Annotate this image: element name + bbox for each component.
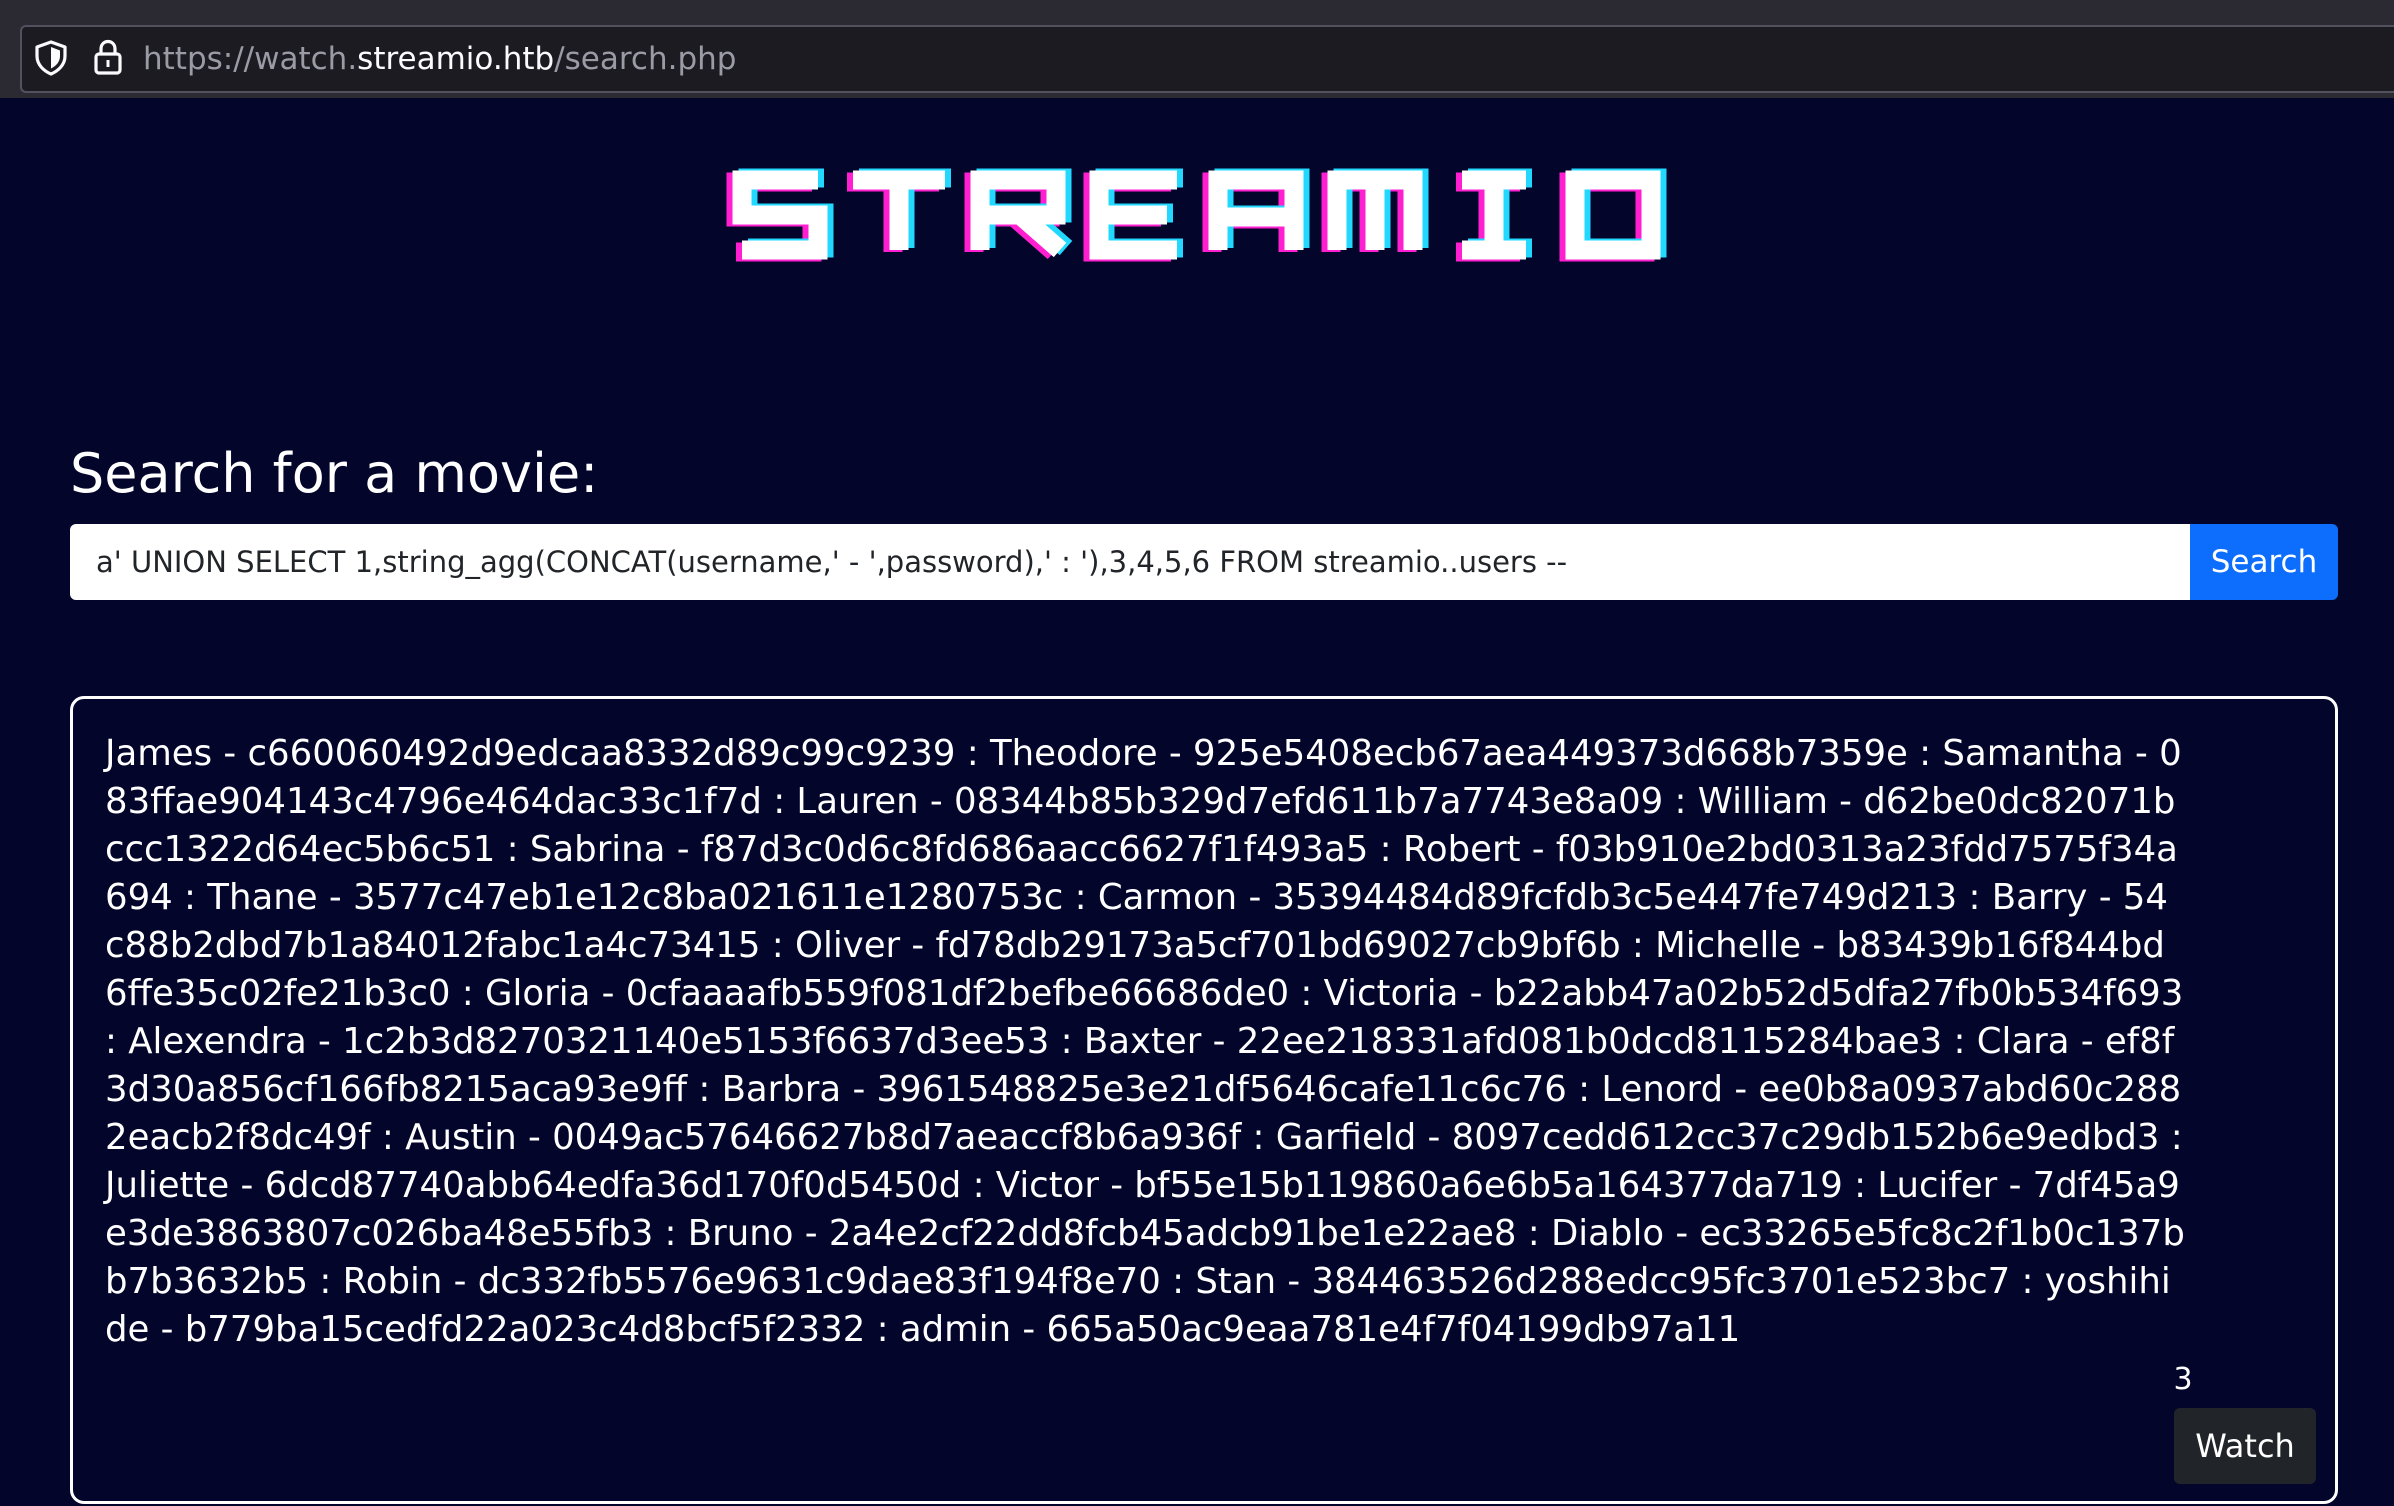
result-id: 3 <box>2173 1362 2193 1397</box>
shield-icon[interactable] <box>34 40 68 80</box>
url-text[interactable]: https://watch.streamio.htb/search.php <box>143 40 736 78</box>
url-prefix: https://watch. <box>143 41 358 77</box>
watch-button[interactable]: Watch <box>2174 1408 2316 1484</box>
result-text: James - c660060492d9edcaa8332d89c99c9239… <box>105 733 2185 1350</box>
search-button[interactable]: Search <box>2190 524 2338 600</box>
search-input[interactable] <box>70 524 2190 600</box>
lock-icon[interactable] <box>92 38 124 80</box>
search-heading: Search for a movie: <box>70 442 599 505</box>
streamio-logo[interactable] <box>720 160 1690 294</box>
url-path: /search.php <box>554 41 737 77</box>
url-domain: streamio.htb <box>357 41 555 77</box>
